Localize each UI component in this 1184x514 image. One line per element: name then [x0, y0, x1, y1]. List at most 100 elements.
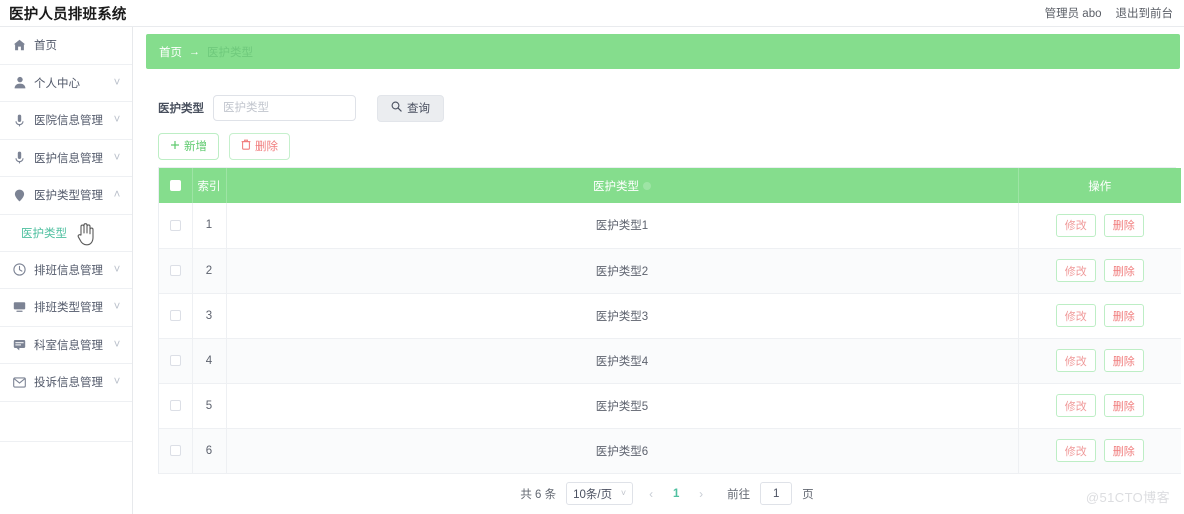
row-select-cell [159, 248, 193, 294]
chevron-down-icon[interactable]: ˅ [112, 301, 122, 313]
breadcrumb-home[interactable]: 首页 [159, 44, 182, 60]
home-icon [12, 38, 27, 52]
sidebar-item-label: 医护信息管理 [34, 152, 103, 165]
sidebar-subitem-staff-type[interactable]: 医护类型 [0, 215, 132, 252]
row-index-cell: 4 [192, 338, 227, 384]
table-body: 1 医护类型1 修改 删除 2 医护类型2 修改 删除 3 医护类型3 修改 删除 4 医护类型4 修改 删除… [159, 203, 1181, 474]
remove-button[interactable]: 删除 [1103, 349, 1144, 372]
chevron-down-icon[interactable]: ˅ [112, 77, 122, 89]
table-header-row: 索引 医护类型 操作 [159, 168, 1181, 203]
logout-link[interactable]: 退出到前台 [1116, 5, 1174, 21]
row-type-cell: 医护类型1 [226, 203, 1019, 249]
row-operations-cell: 修改 删除 [1018, 293, 1181, 339]
row-checkbox[interactable] [169, 354, 181, 366]
edit-button[interactable]: 修改 [1055, 304, 1096, 327]
pagination-jump-input[interactable] [760, 482, 793, 505]
pagination-page-1[interactable]: 1 [669, 488, 683, 500]
breadcrumb-current: 医护类型 [207, 46, 253, 59]
remove-button[interactable]: 删除 [1103, 439, 1144, 462]
row-index-cell: 5 [192, 383, 227, 429]
remove-button[interactable]: 删除 [1103, 213, 1144, 237]
table-row: 5 医护类型5 修改 删除 [159, 383, 1181, 429]
pagination-next-button[interactable]: › [693, 487, 709, 501]
row-checkbox[interactable] [169, 219, 181, 231]
chevron-down-icon[interactable]: ˅ [112, 114, 122, 126]
remove-button[interactable]: 删除 [1103, 394, 1144, 417]
sidebar-item-label: 个人中心 [34, 77, 80, 90]
pagination-prev-button[interactable]: ‹ [643, 487, 659, 501]
delete-button[interactable]: 删除 [229, 132, 290, 160]
sidebar-item-personal-center[interactable]: 个人中心 ˅ [0, 65, 132, 102]
mail-icon [12, 375, 27, 389]
row-index-cell: 1 [192, 203, 227, 249]
row-select-cell [159, 338, 193, 384]
edit-button[interactable]: 修改 [1055, 349, 1096, 372]
remove-button[interactable]: 删除 [1103, 259, 1144, 282]
row-checkbox[interactable] [169, 309, 181, 321]
chevron-down-icon[interactable]: ˅ [112, 264, 122, 276]
main-content: 首页 → 医护类型 医护类型 查询 新增 [134, 27, 1184, 514]
current-user-label[interactable]: 管理员 abo [1045, 5, 1102, 21]
sidebar-item-label: 投诉信息管理 [34, 377, 103, 390]
row-checkbox[interactable] [169, 264, 181, 276]
chevron-down-icon[interactable]: ˅ [112, 339, 122, 351]
sidebar-item-label: 排班类型管理 [34, 302, 103, 315]
pin-icon [12, 113, 27, 127]
sidebar-item-home[interactable]: 首页 [0, 27, 132, 65]
sidebar-item-label: 医院信息管理 [34, 115, 103, 128]
chevron-up-icon[interactable]: ˄ [112, 189, 122, 201]
table-row: 4 医护类型4 修改 删除 [159, 338, 1181, 384]
add-button[interactable]: 新增 [158, 132, 219, 160]
sidebar-item-department-info[interactable]: 科室信息管理 ˅ [0, 327, 132, 364]
data-table: 索引 医护类型 操作 1 医护类型1 修改 删除 2 医护类型2 修改 删除 3 医护类型3 修改删… [159, 168, 1181, 474]
search-row: 医护类型 查询 [146, 69, 1180, 125]
page-size-select[interactable]: 10条/页 ˅ [566, 482, 634, 505]
breadcrumb-separator-icon: → [189, 45, 200, 58]
sidebar-item-schedule-type[interactable]: 排班类型管理 ˅ [0, 289, 132, 327]
row-type-cell: 医护类型6 [226, 428, 1019, 474]
chat-icon [12, 338, 27, 352]
app-root: 医护人员排班系统 管理员 abo 退出到前台 首页 个人中心 ˅ 医院信息管理 … [0, 0, 1184, 514]
row-type-cell: 医护类型3 [226, 293, 1019, 339]
page-size-label: 10条/页 [573, 488, 613, 501]
sidebar-item-label: 排班信息管理 [34, 264, 103, 277]
sidebar-item-complaint-info[interactable]: 投诉信息管理 ˅ [0, 364, 132, 402]
edit-button[interactable]: 修改 [1055, 439, 1096, 462]
query-button[interactable]: 查询 [377, 94, 444, 122]
table-header-operations: 操作 [1018, 168, 1181, 203]
edit-button[interactable]: 修改 [1055, 213, 1096, 237]
select-all-checkbox[interactable] [169, 179, 181, 191]
row-select-cell [159, 428, 193, 474]
chevron-down-icon[interactable]: ˅ [112, 376, 122, 388]
sidebar-item-medical-staff-info[interactable]: 医护信息管理 ˅ [0, 140, 132, 177]
row-index-cell: 2 [192, 248, 227, 294]
row-checkbox[interactable] [169, 444, 181, 456]
table-header-operations-label: 操作 [1088, 180, 1112, 193]
search-label: 医护类型 [158, 103, 204, 115]
row-operations-cell: 修改 删除 [1018, 383, 1181, 429]
user-icon [12, 76, 27, 90]
sidebar-item-staff-type-management[interactable]: 医护类型管理 ˄ [0, 177, 132, 215]
chevron-down-icon: ˅ [620, 488, 627, 498]
sort-toggle-icon[interactable] [643, 182, 651, 191]
row-checkbox[interactable] [169, 399, 181, 411]
trash-icon [241, 139, 251, 153]
edit-button[interactable]: 修改 [1055, 394, 1096, 417]
action-row: 新增 删除 [146, 125, 1180, 167]
sidebar-item-schedule-info[interactable]: 排班信息管理 ˅ [0, 252, 132, 289]
chevron-down-icon[interactable]: ˅ [112, 152, 122, 164]
search-input[interactable] [213, 95, 356, 121]
plus-icon [170, 140, 180, 153]
pagination-total-label: 共 6 条 [520, 488, 557, 501]
pagination-jump-label: 前往 [727, 488, 751, 501]
table-header-index-label: 索引 [197, 180, 221, 193]
sidebar-item-label: 医护类型管理 [34, 190, 103, 203]
sidebar-item-label: 科室信息管理 [34, 339, 103, 352]
sidebar-item-hospital-info[interactable]: 医院信息管理 ˅ [0, 102, 132, 140]
remove-button[interactable]: 删除 [1103, 304, 1144, 327]
row-operations-cell: 修改 删除 [1018, 248, 1181, 294]
pagination-jump-unit: 页 [802, 488, 814, 501]
table-header-type-label: 医护类型 [593, 180, 639, 193]
table-header-type: 医护类型 [226, 168, 1019, 203]
edit-button[interactable]: 修改 [1055, 259, 1096, 282]
